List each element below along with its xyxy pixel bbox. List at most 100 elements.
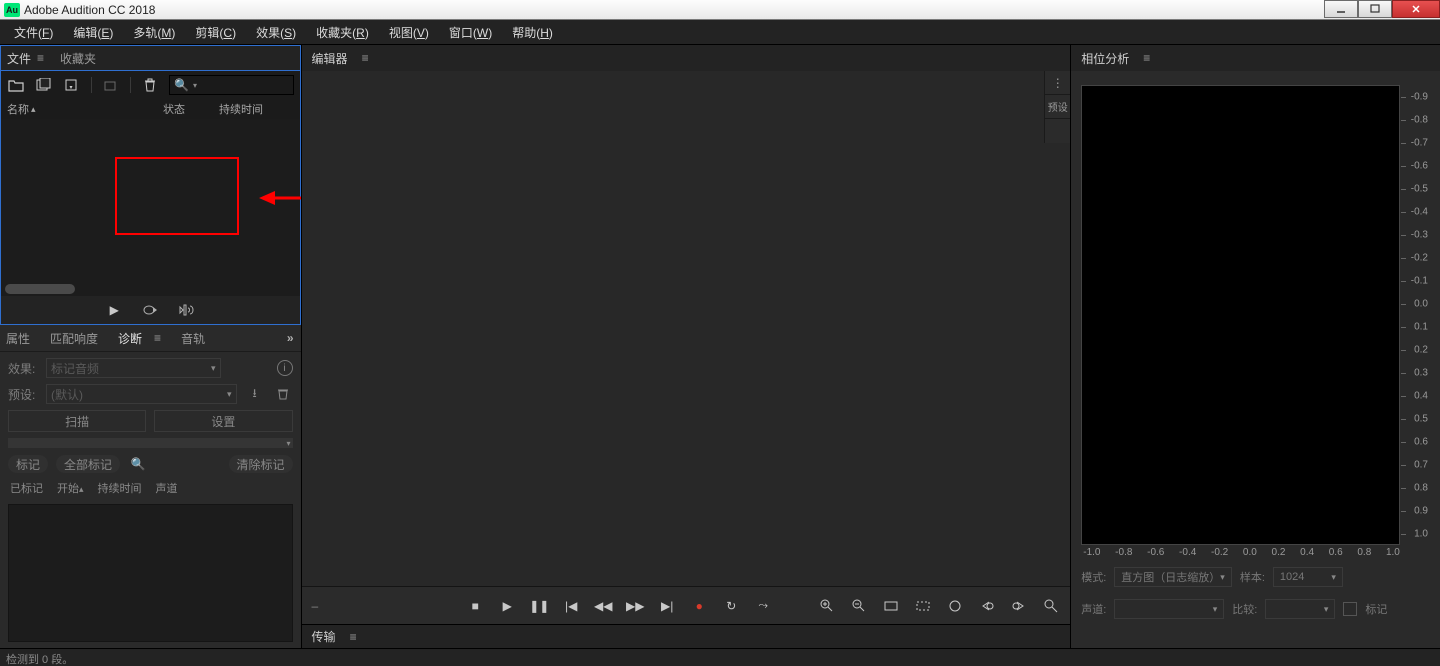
search-icon[interactable]: 🔍 <box>128 454 148 474</box>
menu-clip[interactable]: 剪辑(C) <box>185 21 246 44</box>
y-tick: -0.6 <box>1411 160 1428 171</box>
effect-combo[interactable]: 标记音频▾ <box>46 358 221 378</box>
window-close-button[interactable] <box>1392 0 1440 18</box>
x-tick: -1.0 <box>1083 547 1100 561</box>
y-tick: 0.8 <box>1414 482 1428 493</box>
horizontal-scrollbar[interactable] <box>5 284 75 294</box>
delete-preset-icon[interactable] <box>273 384 293 404</box>
go-start-button[interactable]: |◀ <box>562 597 580 615</box>
files-search-input[interactable]: 🔍 ▾ <box>169 75 294 95</box>
tab-properties[interactable]: 属性 <box>6 330 30 347</box>
zoom-out-icon[interactable] <box>850 597 868 615</box>
editor-body[interactable]: ⋮ 预设 <box>302 71 1071 586</box>
hamburger-icon[interactable]: ≡ <box>37 51 44 65</box>
zoom-out-full-icon[interactable] <box>1042 597 1060 615</box>
phase-plot-area[interactable] <box>1081 85 1400 545</box>
diagnostics-list[interactable] <box>8 504 293 642</box>
compare-combo[interactable]: ▾ <box>1265 599 1335 619</box>
window-maximize-button[interactable] <box>1358 0 1392 18</box>
tab-favorites[interactable]: 收藏夹 <box>60 50 96 67</box>
rewind-button[interactable]: ◀◀ <box>594 597 612 615</box>
new-multitrack-icon[interactable] <box>35 76 53 94</box>
menu-view[interactable]: 视图(V) <box>379 21 439 44</box>
zoom-in-sel-right-icon[interactable] <box>1010 597 1028 615</box>
go-end-button[interactable]: ▶| <box>658 597 676 615</box>
menu-window[interactable]: 窗口(W) <box>439 21 502 44</box>
play-icon[interactable]: ▶ <box>105 301 123 319</box>
collapse-icon[interactable]: – <box>312 599 319 613</box>
tab-files[interactable]: 文件 ≡ <box>7 50 44 67</box>
diagnostics-panel: 效果: 标记音频▾ i 预设: (默认)▾ ⭳ 扫描 设置 ▾ 标记 全部标记 … <box>0 351 301 648</box>
forward-button[interactable]: ▶▶ <box>626 597 644 615</box>
save-preset-icon[interactable]: ⭳ <box>245 384 265 404</box>
info-icon[interactable]: i <box>277 360 293 376</box>
files-list[interactable] <box>1 119 300 296</box>
pause-button[interactable]: ❚❚ <box>530 597 548 615</box>
play-button[interactable]: ▶ <box>498 597 516 615</box>
files-panel: ▾ 🔍 ▾ 名称▴ 状态 持续时间 <box>0 71 301 325</box>
hamburger-icon[interactable]: ≡ <box>350 630 357 644</box>
tab-diagnose[interactable]: 诊断 ≡ <box>118 330 161 347</box>
x-tick: 0.8 <box>1357 547 1371 561</box>
zoom-fit-icon[interactable] <box>882 597 900 615</box>
menu-effects[interactable]: 效果(S) <box>246 21 306 44</box>
menu-help[interactable]: 帮助(H) <box>502 21 563 44</box>
skip-selection-button[interactable]: ⤳ <box>754 597 772 615</box>
marker-checkbox[interactable] <box>1343 602 1357 616</box>
phase-controls: 模式: 直方图（日志缩放）▾ 样本: 1024▾ <box>1081 561 1430 593</box>
menu-file[interactable]: 文件(F) <box>4 21 63 44</box>
zoom-selection-icon[interactable] <box>914 597 932 615</box>
y-tick: 0.1 <box>1414 321 1428 332</box>
open-file-icon[interactable] <box>7 76 25 94</box>
preset-combo[interactable]: (默认)▾ <box>46 384 237 404</box>
trash-icon[interactable] <box>141 76 159 94</box>
record-clip-icon[interactable]: ▾ <box>63 76 81 94</box>
channel-combo[interactable]: ▾ <box>1114 599 1224 619</box>
menu-edit[interactable]: 编辑(E) <box>63 21 123 44</box>
col-marked[interactable]: 已标记 <box>10 480 43 496</box>
mark-all-button[interactable]: 全部标记 <box>56 455 120 473</box>
mode-combo[interactable]: 直方图（日志缩放）▾ <box>1114 567 1232 587</box>
col-start[interactable]: 开始▴ <box>57 480 84 496</box>
col-duration[interactable]: 持续时间 <box>219 101 289 117</box>
hamburger-icon[interactable]: ≡ <box>154 331 161 345</box>
mode-label: 模式: <box>1081 569 1106 585</box>
app-title: Adobe Audition CC 2018 <box>24 3 155 17</box>
mark-button[interactable]: 标记 <box>8 455 48 473</box>
record-button[interactable]: ● <box>690 597 708 615</box>
hamburger-icon[interactable]: ≡ <box>1143 51 1150 65</box>
menu-multitrack[interactable]: 多轨(M) <box>123 21 185 44</box>
col-name[interactable]: 名称▴ <box>7 101 157 117</box>
tab-phase[interactable]: 相位分析 ≡ <box>1081 50 1150 67</box>
loop-button[interactable]: ↻ <box>722 597 740 615</box>
window-minimize-button[interactable] <box>1324 0 1358 18</box>
auto-play-icon[interactable] <box>177 301 195 319</box>
col-duration[interactable]: 持续时间 <box>98 480 142 496</box>
chevron-down-icon: ▾ <box>1331 572 1336 583</box>
diag-columns: 已标记 开始▴ 持续时间 声道 <box>8 480 293 496</box>
more-tabs-icon[interactable]: » <box>287 331 295 345</box>
stop-button[interactable]: ■ <box>466 597 484 615</box>
samples-combo[interactable]: 1024▾ <box>1273 567 1343 587</box>
zoom-reset-icon[interactable] <box>946 597 964 615</box>
loop-icon[interactable] <box>141 301 159 319</box>
tab-transfer[interactable]: 传输 ≡ <box>312 628 357 645</box>
menu-favorites[interactable]: 收藏夹(R) <box>306 21 379 44</box>
col-channel[interactable]: 声道 <box>156 480 178 496</box>
tab-loudness[interactable]: 匹配响度 <box>50 330 98 347</box>
scan-button[interactable]: 扫描 <box>8 410 146 432</box>
tab-editor[interactable]: 编辑器 ≡ <box>312 50 369 67</box>
zoom-in-icon[interactable] <box>818 597 836 615</box>
status-bar: 检测到 0 段。 <box>0 648 1440 666</box>
tab-tone[interactable]: 音轨 <box>181 330 205 347</box>
compare-label: 比较: <box>1232 601 1257 617</box>
zoom-in-sel-left-icon[interactable] <box>978 597 996 615</box>
editor-preset-label[interactable]: 预设 <box>1045 95 1070 119</box>
col-status[interactable]: 状态 <box>163 101 213 117</box>
clear-marks-button[interactable]: 清除标记 <box>229 455 293 473</box>
editor-options-icon[interactable]: ⋮ <box>1045 71 1070 95</box>
settings-button[interactable]: 设置 <box>154 410 292 432</box>
diag-scrollbar[interactable]: ▾ <box>8 438 293 448</box>
y-tick: 0.0 <box>1414 298 1428 309</box>
hamburger-icon[interactable]: ≡ <box>362 51 369 65</box>
